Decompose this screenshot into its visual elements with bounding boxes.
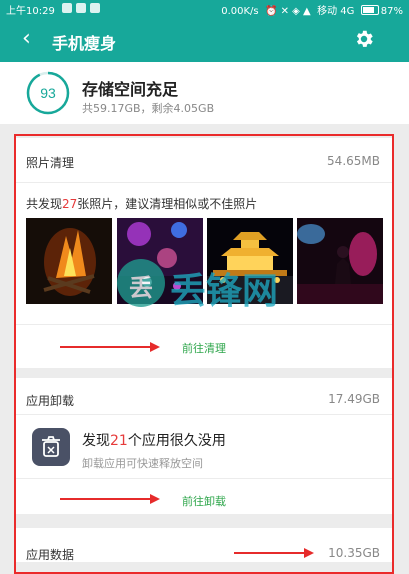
battery-icon [360, 5, 379, 15]
gear-icon[interactable] [353, 28, 375, 50]
site-watermark: 丢 丢锋网 [116, 258, 296, 312]
status-bar: 上午10:29 0.00K/s ⏰ ✕ ◈ ▲ 移动 4G 87% [0, 0, 409, 18]
page-title: 手机瘦身 [52, 34, 117, 53]
health-score: 93 [40, 85, 56, 101]
carrier: 移动 4G [317, 6, 355, 17]
notification-icons [62, 3, 100, 13]
storage-summary: 93 存储空间充足 共59.17GB，剩余4.05GB [0, 62, 409, 124]
storage-detail: 共59.17GB，剩余4.05GB [82, 102, 215, 115]
storage-status: 存储空间充足 [82, 80, 179, 99]
watermark-text: 丢锋网 [170, 271, 279, 312]
back-arrow-icon[interactable]: ‹ [22, 26, 31, 51]
watermark-badge: 丢 [129, 274, 153, 302]
app-bar: ‹ 手机瘦身 [0, 18, 409, 62]
battery-level: 87% [380, 6, 403, 17]
status-time: 上午10:29 [6, 6, 55, 17]
annotation-frame [14, 134, 394, 574]
net-speed: 0.00K/s [221, 6, 259, 17]
status-right: 0.00K/s ⏰ ✕ ◈ ▲ 移动 4G 87% [221, 5, 403, 17]
health-score-ring: 93 [26, 71, 70, 115]
